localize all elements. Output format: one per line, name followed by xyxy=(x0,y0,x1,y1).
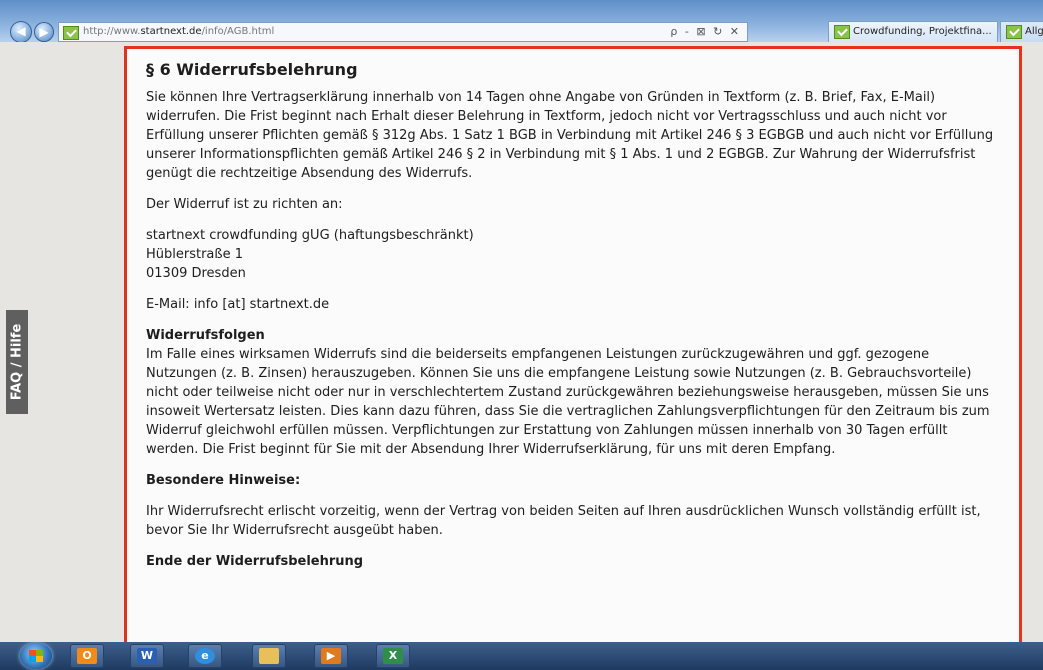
faq-help-label: FAQ / Hilfe xyxy=(9,323,25,401)
site-favicon-icon xyxy=(63,26,79,40)
email-line: E-Mail: info [at] startnext.de xyxy=(146,297,330,312)
start-button-icon[interactable] xyxy=(20,643,52,669)
tab-favicon-icon xyxy=(834,25,850,39)
forward-button[interactable]: ▶ xyxy=(34,22,54,42)
media-player-taskbar-button[interactable]: ▶ xyxy=(314,644,348,668)
word-icon: W xyxy=(137,648,157,664)
notes-paragraph: Ihr Widerrufsrecht erlischt vorzeitig, w… xyxy=(146,504,981,538)
explorer-taskbar-button[interactable] xyxy=(252,644,286,668)
ie-taskbar-button[interactable]: e xyxy=(188,644,222,668)
tab-favicon-icon xyxy=(1006,25,1022,39)
postal-address: startnext crowdfunding gUG (haftungsbesc… xyxy=(146,226,999,283)
browser-chrome: ◀ ▶ http://www.startnext.de/info/AGB.htm… xyxy=(0,0,1043,43)
tab-label: Crowdfunding, Projektfina... xyxy=(853,26,992,37)
address-bar[interactable]: http://www.startnext.de/info/AGB.html ρ … xyxy=(58,22,748,42)
tab-crowdfunding[interactable]: Crowdfunding, Projektfina... xyxy=(828,21,998,42)
withdrawal-paragraph: Sie können Ihre Vertragserklärung innerh… xyxy=(146,90,994,181)
terms-content-box: § 6 Widerrufsbelehrung Sie können Ihre V… xyxy=(124,46,1022,646)
outlook-icon: O xyxy=(77,648,97,664)
faq-help-tab[interactable]: FAQ / Hilfe xyxy=(6,310,28,414)
address-line: Hüblerstraße 1 xyxy=(146,247,243,262)
recipient-intro: Der Widerruf ist zu richten an: xyxy=(146,197,343,212)
taskbar: O W e ▶ X xyxy=(0,642,1043,670)
word-taskbar-button[interactable]: W xyxy=(130,644,164,668)
file-explorer-icon xyxy=(259,648,279,664)
tab-allg[interactable]: Allg xyxy=(1000,21,1043,42)
tab-label: Allg xyxy=(1025,26,1043,37)
section-heading: § 6 Widerrufsbelehrung xyxy=(146,60,358,79)
excel-icon: X xyxy=(383,648,403,664)
excel-taskbar-button[interactable]: X xyxy=(376,644,410,668)
consequences-title: Widerrufsfolgen xyxy=(146,328,265,343)
page-viewport: FAQ / Hilfe § 6 Widerrufsbelehrung Sie k… xyxy=(0,42,1043,646)
media-player-icon: ▶ xyxy=(321,648,341,664)
address-line: startnext crowdfunding gUG (haftungsbesc… xyxy=(146,228,474,243)
end-label: Ende der Widerrufsbelehrung xyxy=(146,554,364,569)
consequences-paragraph: Im Falle eines wirksamen Widerrufs sind … xyxy=(146,347,990,457)
outlook-taskbar-button[interactable]: O xyxy=(70,644,104,668)
notes-title: Besondere Hinweise: xyxy=(146,473,301,488)
address-tools[interactable]: ρ - ⊠ ↻ ✕ xyxy=(670,25,741,38)
internet-explorer-icon: e xyxy=(195,648,215,664)
back-button[interactable]: ◀ xyxy=(10,21,32,43)
url-text: http://www.startnext.de/info/AGB.html xyxy=(83,26,275,37)
address-line: 01309 Dresden xyxy=(146,266,246,281)
